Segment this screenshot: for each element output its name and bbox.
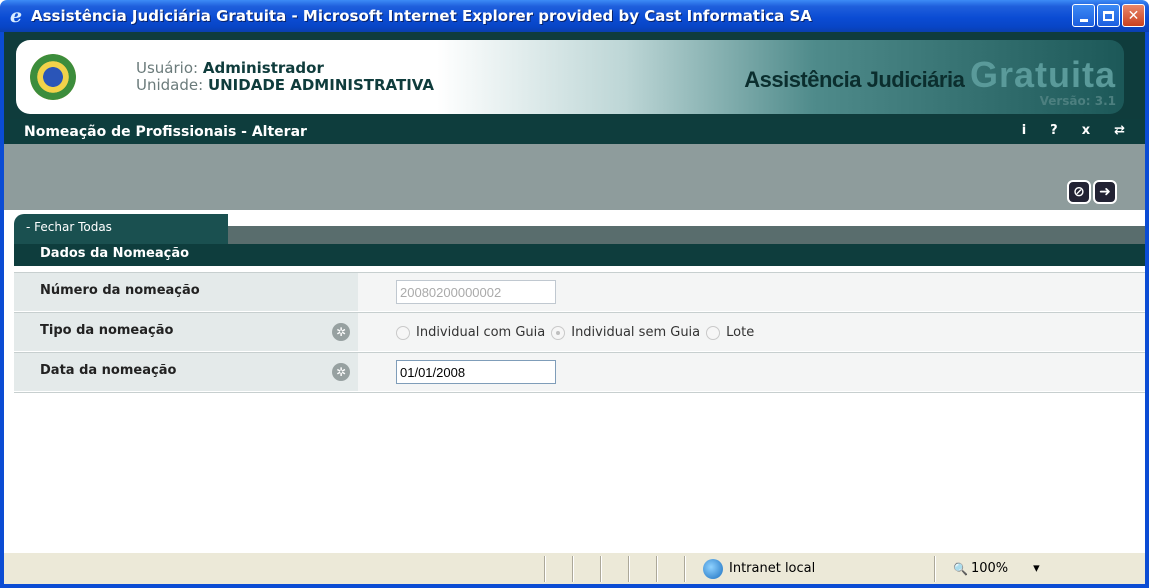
tab-label: - Fechar Todas (26, 220, 112, 234)
user-line: Usuário: Administrador (136, 60, 434, 77)
zoom-dropdown-icon[interactable]: ▾ (1033, 561, 1040, 576)
brasao-emblem-icon (30, 54, 76, 100)
radio-lote[interactable] (706, 325, 721, 340)
zone-cell: Intranet local (684, 555, 934, 582)
radio-individual-com-guia[interactable] (396, 325, 410, 340)
intranet-globe-icon (703, 558, 723, 579)
unit-line: Unidade: UNIDADE ADMINISTRATIVA (136, 77, 434, 94)
minimize-icon (1079, 19, 1088, 22)
toolbar-buttons: ⊘ ➜ (1067, 180, 1117, 204)
brand-part2: Gratuita (969, 54, 1116, 95)
tipo-radio-group: Individual com Guia Individual sem Guia … (396, 320, 1145, 340)
form-row-numero: Número da nomeação (14, 272, 1145, 311)
page-title: Nomeação de Profissionais - Alterar (24, 123, 307, 140)
help-icon[interactable]: ? (1050, 123, 1058, 138)
data-input[interactable] (396, 360, 556, 384)
status-cell (628, 555, 656, 582)
data-label-text: Data da nomeação (40, 363, 177, 378)
page-actions: i ? x ⇄ (1022, 123, 1125, 138)
radio-label-individual-sem-guia: Individual sem Guia (571, 325, 701, 340)
unit-name: UNIDADE ADMINISTRATIVA (207, 76, 434, 94)
radio-individual-sem-guia[interactable] (551, 325, 566, 340)
form-row-data: Data da nomeação ✲ (14, 352, 1145, 391)
user-label: Usuário: (136, 59, 199, 77)
numero-field-cell (358, 273, 1145, 311)
numero-label: Número da nomeação (14, 273, 358, 311)
close-page-icon[interactable]: x (1082, 123, 1090, 138)
status-cell (656, 555, 684, 582)
tipo-label: Tipo da nomeação ✲ (14, 313, 358, 351)
section-title: Dados da Nomeação (40, 246, 190, 261)
app-header: Usuário: Administrador Unidade: UNIDADE … (4, 32, 1145, 144)
tab-strip (228, 226, 1145, 244)
app-brand: Assistência Judiciária Gratuita Versão: … (744, 54, 1116, 108)
numero-input[interactable] (396, 280, 556, 304)
cancel-icon: ⊘ (1073, 184, 1085, 200)
brand-part1: Assistência Judiciária (744, 67, 965, 92)
maximize-icon (1103, 10, 1114, 21)
zoom-icon: 🔍 (953, 561, 968, 576)
app-version: Versão: 3.1 (1039, 94, 1116, 108)
radio-label-individual-com-guia: Individual com Guia (416, 325, 546, 340)
tab-fechar-todas[interactable]: - Fechar Todas (14, 214, 228, 244)
data-field-cell (358, 353, 1145, 391)
banner: Usuário: Administrador Unidade: UNIDADE … (16, 40, 1124, 114)
tipo-field-cell: Individual com Guia Individual sem Guia … (358, 313, 1145, 351)
zoom-control[interactable]: 🔍 100% ▾ (935, 561, 1040, 576)
window-title: Assistência Judiciária Gratuita - Micros… (31, 7, 812, 25)
required-icon: ✲ (332, 323, 350, 341)
window-controls: ✕ (1072, 4, 1145, 27)
user-info: Usuário: Administrador Unidade: UNIDADE … (136, 60, 434, 94)
maximize-button[interactable] (1097, 4, 1120, 27)
unit-label: Unidade: (136, 76, 204, 94)
tipo-label-text: Tipo da nomeação (40, 323, 174, 338)
window-title-bar: e Assistência Judiciária Gratuita - Micr… (0, 0, 1149, 32)
close-window-button[interactable]: ✕ (1122, 4, 1145, 27)
form-bottom-border (14, 392, 1145, 393)
brand-title: Assistência Judiciária Gratuita (744, 54, 1116, 95)
zone-text: Intranet local (729, 561, 816, 576)
swap-icon[interactable]: ⇄ (1114, 123, 1125, 138)
info-icon[interactable]: i (1022, 123, 1026, 138)
toolbar: ⊘ ➜ (4, 144, 1145, 210)
user-name: Administrador (202, 59, 324, 77)
cancel-button[interactable]: ⊘ (1067, 180, 1091, 204)
close-icon: ✕ (1127, 7, 1140, 24)
form-row-tipo: Tipo da nomeação ✲ Individual com Guia I… (14, 312, 1145, 351)
page-title-bar: Nomeação de Profissionais - Alterar i ? … (4, 119, 1145, 144)
zoom-level: 100% (970, 561, 1009, 576)
data-label: Data da nomeação ✲ (14, 353, 358, 391)
internet-explorer-icon: e (9, 5, 23, 27)
numero-label-text: Número da nomeação (40, 283, 200, 298)
window-bottom-border (0, 584, 1149, 588)
status-cell (572, 555, 600, 582)
status-cell (600, 555, 628, 582)
arrow-right-icon: ➜ (1099, 184, 1111, 200)
next-button[interactable]: ➜ (1093, 180, 1117, 204)
status-cell (544, 555, 572, 582)
section-header: Dados da Nomeação (14, 244, 1145, 266)
status-text-cell (4, 556, 544, 582)
minimize-button[interactable] (1072, 4, 1095, 27)
zoom-cell[interactable]: 🔍 100% ▾ (934, 555, 1114, 582)
status-bar: Intranet local 🔍 100% ▾ (4, 552, 1145, 584)
required-icon: ✲ (332, 363, 350, 381)
radio-label-lote: Lote (726, 325, 755, 340)
